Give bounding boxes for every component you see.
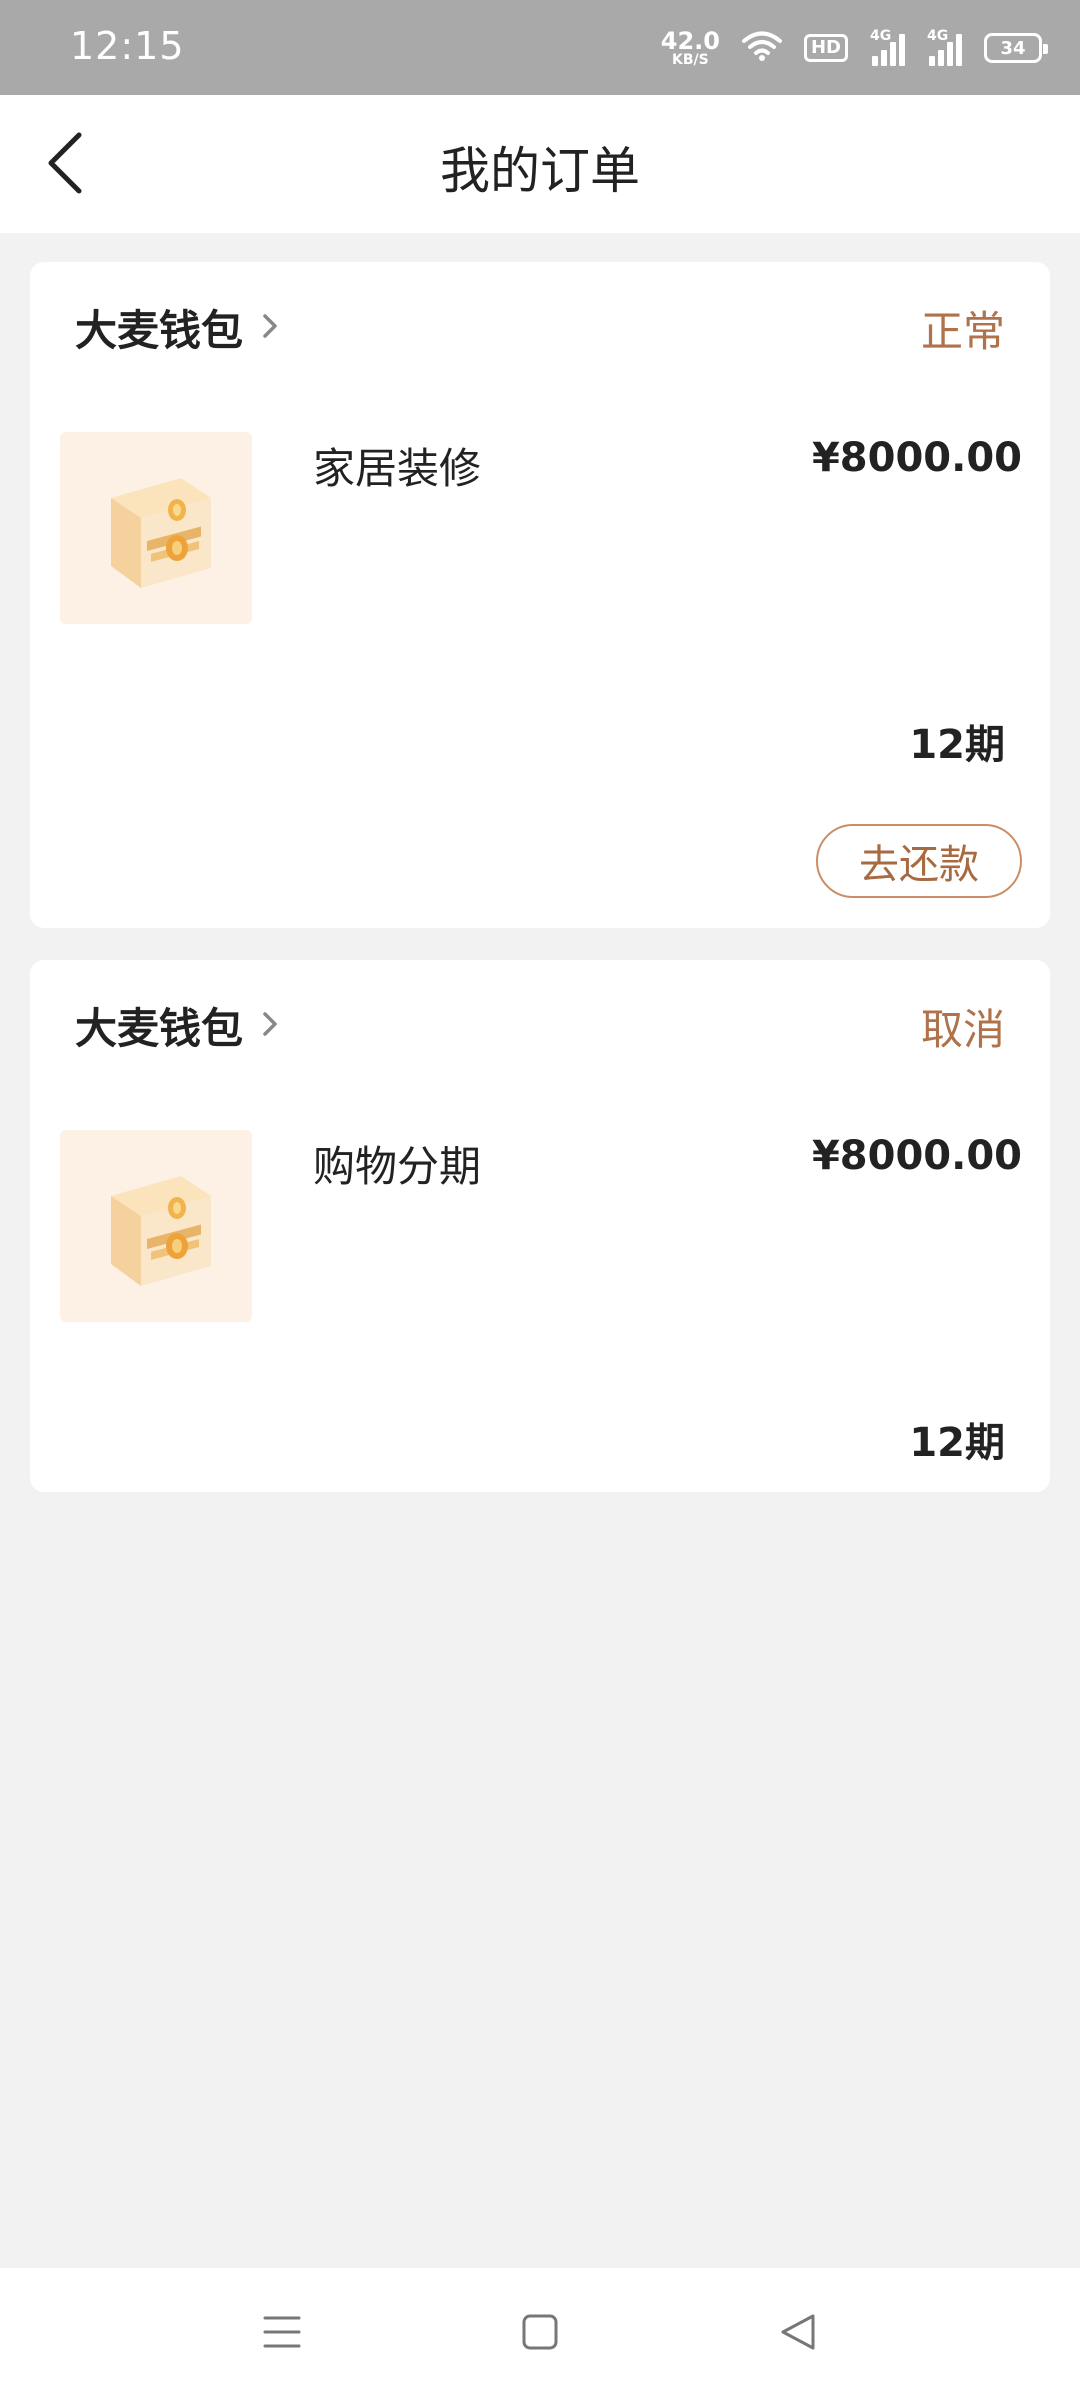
back-triangle-icon xyxy=(779,2312,817,2356)
status-icons: 42.0 KB/S HD 4G 4G 34 xyxy=(661,20,1048,76)
product-price: ¥8000.00 xyxy=(811,435,1022,481)
installment-count: 12期 xyxy=(909,1420,1005,1466)
signal-label: 4G xyxy=(927,28,949,44)
merchant-link[interactable]: 大麦钱包 xyxy=(75,995,279,1056)
app-header: 我的订单 xyxy=(0,95,1080,233)
page-title: 我的订单 xyxy=(440,142,640,200)
network-speed: 42.0 KB/S xyxy=(661,29,720,67)
network-speed-unit: KB/S xyxy=(672,52,709,68)
order-card[interactable]: 大麦钱包 正常 家居装修 ¥8000.00 12期 去还款 xyxy=(30,262,1050,928)
signal-strength-icon: 4G xyxy=(927,28,962,66)
signal-strength-icon: 4G xyxy=(870,28,905,66)
recent-apps-button[interactable] xyxy=(252,2304,312,2364)
system-navigation-bar xyxy=(0,2268,1080,2400)
battery-level: 34 xyxy=(1000,37,1026,59)
signal-label: 4G xyxy=(870,28,892,44)
product-name: 家居装修 xyxy=(313,444,482,493)
chevron-right-icon xyxy=(261,1010,279,1042)
home-button[interactable] xyxy=(510,2304,570,2364)
order-card[interactable]: 大麦钱包 取消 购物分期 ¥8000.00 12期 xyxy=(30,960,1050,1492)
merchant-name: 大麦钱包 xyxy=(75,1004,244,1053)
wifi-icon xyxy=(741,30,782,66)
merchant-name: 大麦钱包 xyxy=(75,306,244,355)
coin-box-icon xyxy=(111,478,211,588)
product-image xyxy=(60,432,252,624)
system-back-button[interactable] xyxy=(768,2304,828,2364)
installment-count: 12期 xyxy=(909,722,1005,768)
chevron-right-icon xyxy=(261,312,279,344)
network-speed-value: 42.0 xyxy=(660,27,720,55)
coin-box-icon xyxy=(111,1176,211,1286)
repay-button[interactable]: 去还款 xyxy=(816,824,1022,898)
status-time: 12:15 xyxy=(70,24,185,68)
hd-voice-icon: HD xyxy=(803,34,848,62)
home-icon xyxy=(521,2313,559,2355)
product-image xyxy=(60,1130,252,1322)
status-bar: 12:15 42.0 KB/S HD 4G 4G 34 xyxy=(0,0,1080,95)
product-name: 购物分期 xyxy=(313,1142,482,1191)
battery-icon: 34 xyxy=(984,33,1048,63)
merchant-link[interactable]: 大麦钱包 xyxy=(75,297,279,358)
menu-icon xyxy=(262,2314,302,2354)
product-price: ¥8000.00 xyxy=(811,1133,1022,1179)
order-status: 取消 xyxy=(920,1005,1005,1054)
order-status: 正常 xyxy=(920,307,1005,356)
